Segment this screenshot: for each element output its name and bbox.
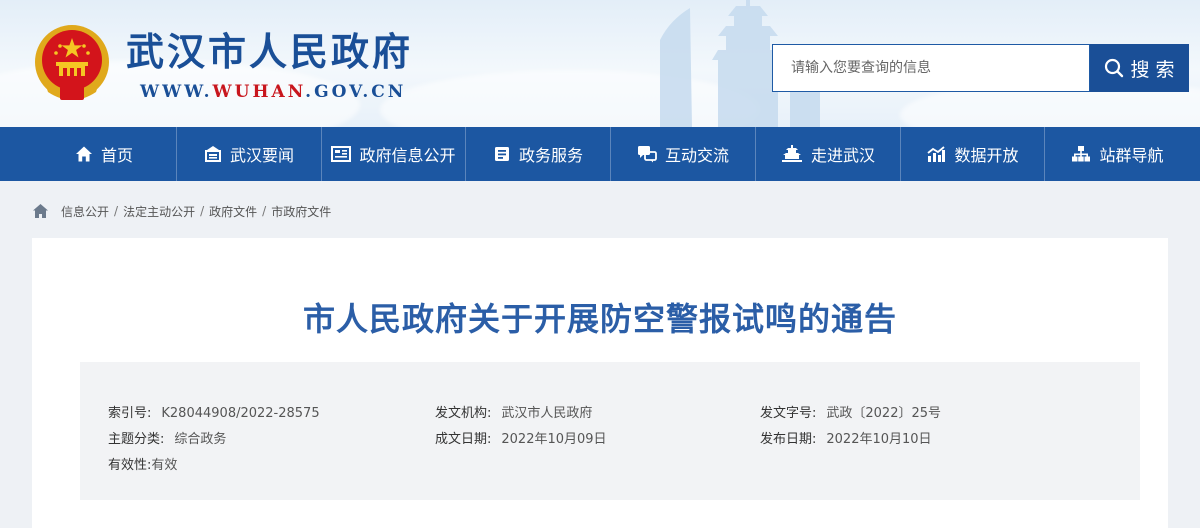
meta-label: 发布日期: [760,432,817,447]
breadcrumb-item-government-documents[interactable]: 政府文件 [209,203,257,220]
meta-category: 主题分类: 综合政务 [108,428,226,447]
site-map-icon [1072,146,1091,162]
page-title: 市人民政府关于开展防空警报试鸣的通告 [302,300,897,338]
nav-item-home[interactable]: 首页 [32,127,177,181]
meta-published-date: 发布日期: 2022年10月10日 [760,428,932,447]
nav-item-open-data[interactable]: 数据开放 [901,127,1045,181]
meta-document-number: 发文字号: 武政〔2022〕25号 [760,402,941,421]
meta-value: K28044908/2022-28575 [161,406,320,421]
home-icon[interactable] [32,203,49,219]
nav-item-interaction[interactable]: 互动交流 [611,127,756,181]
breadcrumb: 信息公开 / 法定主动公开 / 政府文件 / 市政府文件 [32,201,331,221]
meta-value: 综合政务 [174,432,227,447]
document-metadata-panel: 索引号: K28044908/2022-28575 发文机构: 武汉市人民政府 发文… [80,362,1140,500]
meta-value: 武政〔2022〕25号 [826,406,942,421]
meta-created-date: 成文日期: 2022年10月09日 [435,428,607,447]
meta-value: 有效 [151,458,178,473]
landmark-icon [781,145,802,162]
meta-label: 成文日期: [435,432,492,447]
breadcrumb-item-statutory-disclosure[interactable]: 法定主动公开 [123,203,195,220]
site-url-highlight: WUHAN [212,82,306,102]
search-button-label: 搜 索 [1130,58,1175,81]
site-url-prefix: WWW. [140,82,213,102]
nav-item-label: 政务服务 [518,146,583,165]
interaction-icon [637,146,657,163]
nav-item-label: 政府信息公开 [359,146,456,165]
site-header: 武汉市人民政府 WWW.WUHAN.GOV.CN 搜 索 [0,0,1200,127]
meta-value: 2022年10月10日 [826,432,932,447]
national-emblem-icon [35,25,109,100]
search-button[interactable]: 搜 索 [1090,44,1189,92]
meta-label: 有效性: [108,458,152,473]
site-url-suffix: .GOV.CN [305,82,407,102]
meta-issuer: 发文机构: 武汉市人民政府 [435,402,592,421]
meta-label: 主题分类: [108,432,165,447]
nav-item-news[interactable]: 武汉要闻 [177,127,322,181]
nav-item-label: 数据开放 [954,146,1019,165]
meta-label: 发文机构: [435,406,492,421]
breadcrumb-item-info-disclosure[interactable]: 信息公开 [61,203,109,220]
breadcrumb-separator: / [262,204,267,218]
meta-validity: 有效性:有效 [108,454,177,473]
breadcrumb-item-municipal-documents[interactable]: 市政府文件 [271,203,331,220]
breadcrumb-separator: / [200,204,205,218]
search-input[interactable] [772,44,1090,92]
meta-value: 2022年10月09日 [501,432,607,447]
home-icon [75,146,92,162]
nav-item-label: 站群导航 [1099,146,1164,165]
breadcrumb-separator: / [114,204,119,218]
site-title[interactable]: 武汉市人民政府 [126,30,413,74]
nav-item-label: 首页 [100,146,133,165]
search-icon [1105,58,1124,78]
chart-icon [927,146,946,162]
site-url: WWW.WUHAN.GOV.CN [140,82,406,102]
service-icon [494,147,509,161]
nav-item-label: 走进武汉 [810,146,875,165]
article-card: 市人民政府关于开展防空警报试鸣的通告 索引号: K28044908/2022-28… [32,238,1168,528]
main-nav: 首页 武汉要闻 政府信息公开 政务服务 互动交流 走进武汉 数据开放 站群导航 [0,127,1200,181]
meta-index: 索引号: K28044908/2022-28575 [108,402,320,421]
nav-item-about-wuhan[interactable]: 走进武汉 [756,127,901,181]
meta-value: 武汉市人民政府 [501,406,593,421]
nav-item-services[interactable]: 政务服务 [466,127,611,181]
info-disclosure-icon [331,146,352,162]
meta-label: 发文字号: [760,406,817,421]
news-icon [204,146,221,162]
nav-item-info-disclosure[interactable]: 政府信息公开 [322,127,466,181]
nav-item-label: 互动交流 [664,146,729,165]
nav-item-label: 武汉要闻 [229,146,294,165]
nav-item-site-navigation[interactable]: 站群导航 [1045,127,1190,181]
meta-label: 索引号: [108,406,152,421]
